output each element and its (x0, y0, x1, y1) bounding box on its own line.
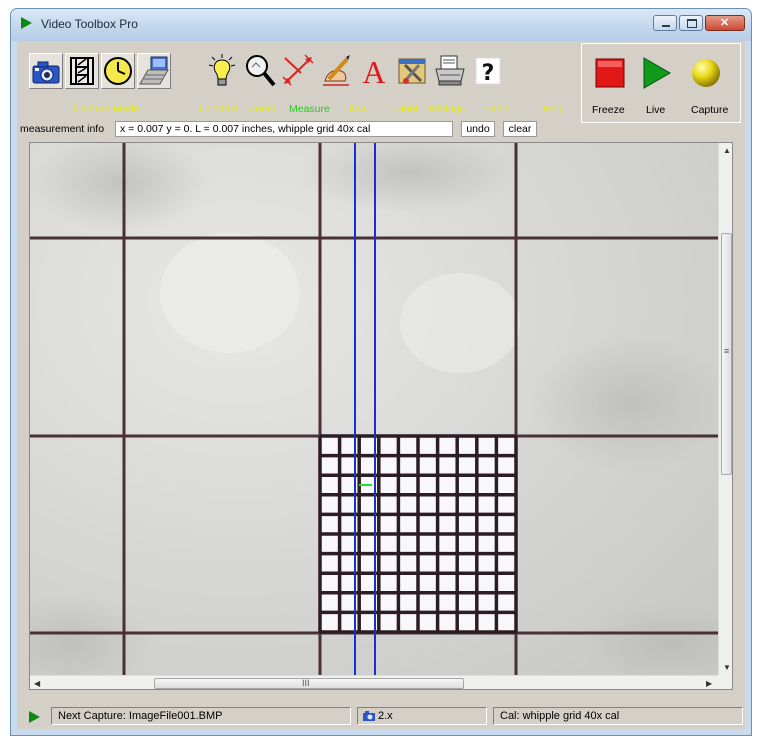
settings-icon[interactable] (395, 53, 429, 89)
play-status-icon (29, 711, 40, 723)
play-icon (21, 17, 32, 29)
clock-icon[interactable] (101, 53, 135, 89)
client-area: A ? Capture Mode Contrast Zoom Measure D… (17, 41, 745, 729)
vertical-scrollbar[interactable]: ▲ ≡ ▼ (718, 143, 732, 675)
draw-label: Draw (344, 103, 369, 115)
freeze-label: Freeze (592, 104, 625, 116)
scroll-grip-icon: ≡ (724, 346, 730, 356)
scroll-right-icon[interactable]: ▶ (706, 679, 712, 688)
image-viewport[interactable]: ▲ ≡ ▼ ◀ III ▶ (29, 142, 733, 690)
title-bar[interactable]: Video Toolbox Pro (11, 9, 751, 41)
magnifier-icon[interactable] (243, 53, 277, 89)
measure-label: Measure (289, 103, 330, 115)
print-label: Print (486, 103, 508, 115)
maximize-button[interactable] (679, 15, 703, 31)
help-label: Help (543, 103, 565, 115)
capture-button[interactable] (688, 54, 724, 92)
measurement-row: measurement info x = 0.007 y = 0. L = 0.… (17, 121, 577, 139)
label-label: Label (392, 103, 418, 115)
calibration-status: Cal: whipple grid 40x cal (493, 707, 743, 725)
label-icon[interactable]: A (357, 53, 391, 90)
status-bar: Next Capture: ImageFile001.BMP 2.x Cal: … (17, 705, 745, 727)
vertical-scroll-thumb[interactable]: ≡ (721, 233, 732, 475)
scroll-corner (718, 675, 732, 689)
settings-label: Settings (427, 103, 465, 115)
measurement-info-label: measurement info (20, 123, 105, 135)
undo-button[interactable]: undo (461, 121, 495, 137)
microscope-image[interactable] (30, 143, 732, 689)
print-icon[interactable] (433, 53, 467, 89)
live-button[interactable] (638, 54, 674, 92)
toolbar: A ? Capture Mode Contrast Zoom Measure D… (17, 41, 745, 137)
draw-icon[interactable] (319, 53, 353, 89)
hscroll-grip-icon: III (302, 678, 310, 688)
horizontal-scroll-thumb[interactable]: III (154, 678, 464, 689)
camera-icon[interactable] (29, 53, 63, 89)
film-icon[interactable] (65, 53, 99, 89)
window-title: Video Toolbox Pro (41, 17, 138, 31)
minimize-button[interactable] (653, 15, 677, 31)
measure-icon[interactable] (281, 53, 315, 89)
scroll-up-icon[interactable]: ▲ (723, 146, 731, 155)
scroll-left-icon[interactable]: ◀ (34, 679, 40, 688)
live-label: Live (646, 104, 666, 116)
camera-status-icon (363, 711, 375, 721)
capture-mode-label: Capture Mode (73, 103, 140, 115)
app-window: Video Toolbox Pro ✕ A ? Capture Mode Con… (10, 8, 752, 736)
lightbulb-icon[interactable] (205, 53, 239, 89)
zoom-status-text: 2.x (378, 710, 393, 722)
contrast-label: Contrast (199, 103, 239, 115)
help-icon[interactable]: ? (471, 53, 505, 89)
computer-icon[interactable] (137, 53, 171, 89)
svg-text:?: ? (482, 61, 495, 86)
clear-button[interactable]: clear (503, 121, 537, 137)
close-button[interactable] (705, 15, 745, 31)
svg-text:A: A (362, 54, 385, 89)
capture-controls-panel: Freeze Live Capture (581, 43, 741, 123)
next-capture-status: Next Capture: ImageFile001.BMP (51, 707, 351, 725)
measurement-info-field[interactable]: x = 0.007 y = 0. L = 0.007 inches, whipp… (115, 121, 453, 137)
zoom-label: Zoom (249, 103, 276, 115)
scroll-down-icon[interactable]: ▼ (723, 663, 731, 672)
capture-label: Capture (691, 104, 729, 116)
zoom-status: 2.x (357, 707, 487, 725)
freeze-button[interactable] (592, 54, 628, 92)
horizontal-scrollbar[interactable]: ◀ III ▶ (30, 675, 718, 689)
